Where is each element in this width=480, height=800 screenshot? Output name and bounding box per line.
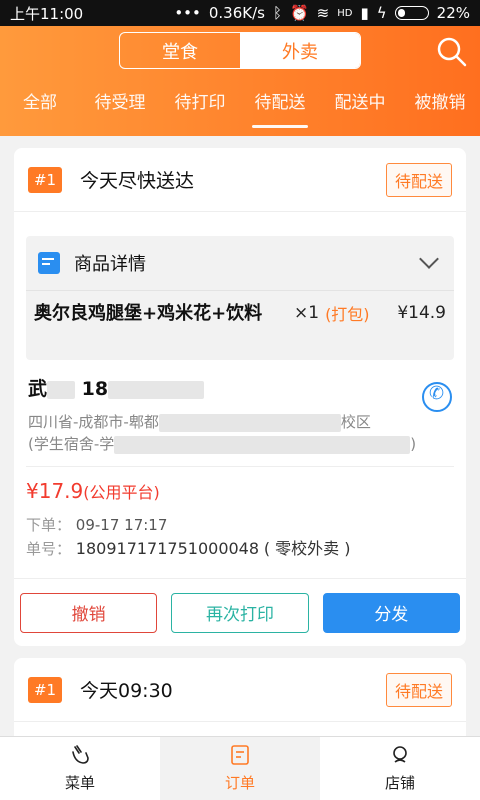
goods-panel-header[interactable]: 商品详情	[26, 236, 454, 291]
goods-name: 奥尔良鸡腿堡+鸡米花+饮料	[34, 302, 263, 324]
order-no-row: 单号： 180917171751000048 ( 零校外卖 )	[26, 537, 454, 561]
tab-all[interactable]: 全部	[0, 84, 80, 128]
order-list-icon	[231, 745, 249, 765]
order-number: 180917171751000048	[75, 539, 260, 558]
chevron-down-icon[interactable]	[419, 249, 439, 269]
customer-name-line: 武 18	[28, 374, 454, 401]
tab-pending-accept[interactable]: 待受理	[80, 84, 160, 128]
goods-panel-title: 商品详情	[74, 254, 146, 275]
order-card-header: #1 今天09:30 待配送	[14, 658, 466, 722]
order-no-label: 单号：	[26, 540, 72, 558]
tab-pending-delivery[interactable]: 待配送	[240, 84, 320, 128]
status-time: 上午11:00	[10, 4, 84, 23]
status-indicators: ••• 0.36K/s ᛒ ⏰ ≋ HD ▮ ϟ 22%	[174, 4, 470, 22]
redacted-block	[158, 413, 341, 432]
tab-cancelled[interactable]: 被撤销	[400, 84, 480, 128]
order-time: 09-17 17:17	[75, 516, 168, 534]
nav-store[interactable]: 店铺	[320, 737, 480, 800]
address-line-1-end: 校区	[340, 413, 371, 431]
status-tabs: 全部 待受理 待打印 待配送 配送中 被撤销	[0, 84, 480, 128]
network-speed: 0.36K/s	[208, 4, 265, 22]
goods-quantity: ×1	[294, 303, 320, 323]
nav-menu-label: 菜单	[64, 774, 95, 792]
redacted-block	[108, 380, 205, 399]
customer-phone: 18	[81, 378, 109, 400]
status-bar: 上午11:00 ••• 0.36K/s ᛒ ⏰ ≋ HD ▮ ϟ 22%	[0, 0, 480, 26]
battery-percent: 22%	[436, 4, 470, 22]
order-card: #1 今天尽快送达 待配送 商品详情 奥尔良鸡腿堡+鸡米花+饮料 ×1 (打包)…	[14, 148, 466, 646]
redacted-block	[114, 435, 411, 454]
reprint-button[interactable]: 再次打印	[171, 592, 309, 633]
delivery-time: 今天尽快送达	[80, 170, 195, 192]
dispatch-button[interactable]: 分发	[322, 592, 460, 633]
customer-name: 武	[28, 378, 48, 400]
redacted-block	[47, 380, 76, 399]
nav-orders-label: 订单	[224, 774, 255, 792]
tab-delivering[interactable]: 配送中	[320, 84, 400, 128]
order-card-header: #1 今天尽快送达 待配送	[14, 148, 466, 212]
cancel-button[interactable]: 撤销	[20, 592, 158, 633]
signal-icon: ▮	[360, 4, 369, 22]
nav-orders[interactable]: 订单	[160, 737, 320, 800]
order-index-badge: #1	[28, 676, 62, 703]
order-time-label: 下单：	[26, 516, 72, 534]
nav-store-label: 店铺	[384, 774, 415, 792]
goods-item: 奥尔良鸡腿堡+鸡米花+饮料 ×1 (打包) ¥14.9	[26, 291, 454, 325]
segment-dine-in[interactable]: 堂食	[120, 33, 240, 68]
address-line-2-start: (学生宿舍-学	[28, 435, 115, 453]
tab-pending-print[interactable]: 待打印	[160, 84, 240, 128]
bottom-nav: 菜单 订单 店铺	[0, 736, 480, 800]
goods-pack-note: (打包)	[325, 305, 370, 324]
wifi-icon: ≋	[316, 4, 330, 22]
customer-address: 四川省-成都市-郫都 校区 (学生宿舍-学)	[28, 411, 454, 455]
order-source: ( 零校外卖 )	[263, 539, 351, 558]
customer-info: 武 18 四川省-成都市-郫都 校区 (学生宿舍-学)	[14, 360, 466, 466]
store-icon	[393, 746, 407, 763]
phone-call-icon[interactable]	[422, 382, 452, 412]
goods-panel: 商品详情 奥尔良鸡腿堡+鸡米花+饮料 ×1 (打包) ¥14.9	[26, 236, 454, 360]
total-price: ¥17.9	[26, 479, 84, 503]
alarm-icon: ⏰	[289, 4, 309, 22]
nav-menu[interactable]: 菜单	[0, 737, 160, 800]
header: 堂食 外卖 全部 待受理 待打印 待配送 配送中 被撤销	[0, 26, 480, 136]
goods-price: ¥14.9	[397, 303, 446, 323]
order-actions: 撤销 再次打印 分发	[14, 578, 466, 646]
segment-control: 堂食 外卖	[119, 32, 361, 69]
status-badge: 待配送	[385, 162, 452, 197]
order-index-badge: #1	[28, 166, 62, 193]
document-icon	[38, 252, 60, 274]
hd-signal: HD	[337, 7, 353, 19]
battery-icon	[394, 6, 429, 20]
bluetooth-icon: ᛒ	[272, 4, 282, 22]
address-line-1-start: 四川省-成都市-郫都	[28, 413, 159, 431]
search-icon[interactable]	[436, 36, 468, 68]
order-total: ¥17.9(公用平台)	[14, 467, 466, 503]
hand-icon	[72, 745, 89, 764]
order-time-row: 下单： 09-17 17:17	[26, 513, 454, 537]
status-badge: 待配送	[385, 672, 452, 707]
segment-takeout[interactable]: 外卖	[240, 33, 360, 68]
charging-icon: ϟ	[376, 4, 387, 22]
dots-icon: •••	[174, 4, 201, 22]
order-meta: 下单： 09-17 17:17 单号： 180917171751000048 (…	[14, 503, 466, 561]
delivery-time: 今天09:30	[80, 680, 173, 702]
platform-label: (公用平台)	[83, 483, 160, 502]
address-line-2-end: )	[410, 435, 417, 453]
